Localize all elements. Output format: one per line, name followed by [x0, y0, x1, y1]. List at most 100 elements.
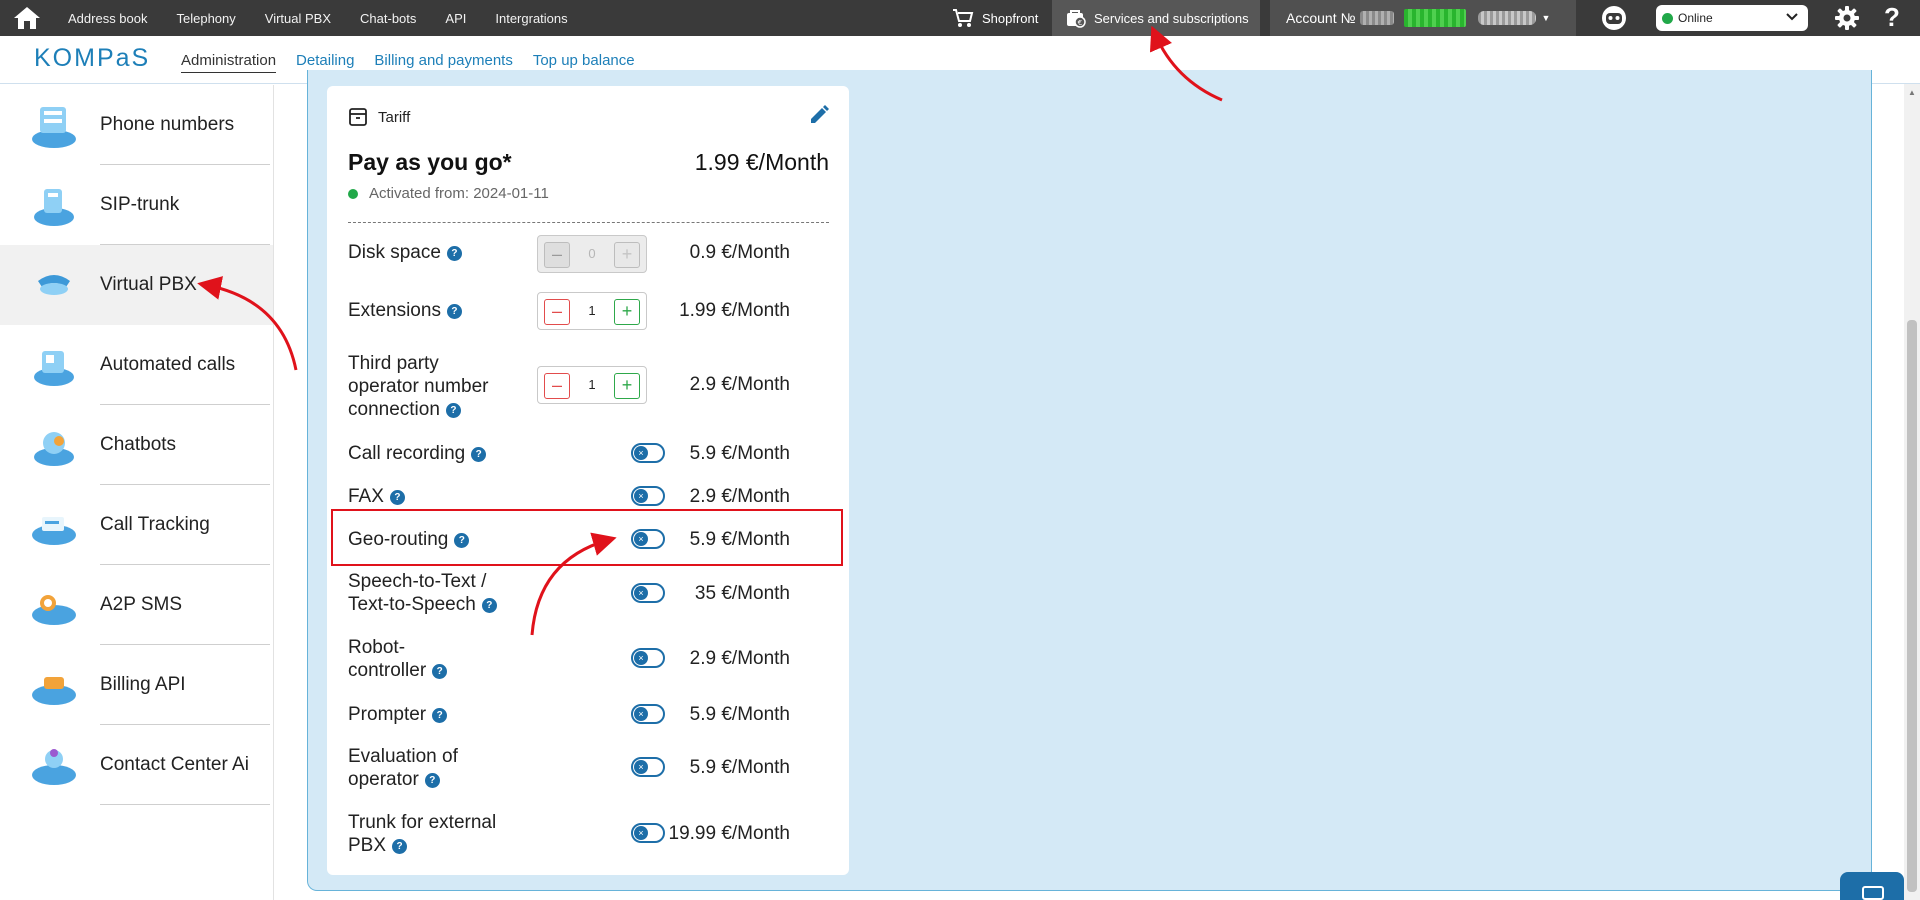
- call-recording-toggle[interactable]: ×: [631, 443, 665, 463]
- close-icon: ×: [634, 651, 648, 665]
- top-nav-virtual-pbx[interactable]: Virtual PBX: [265, 11, 331, 26]
- tariff-card: Tariff Pay as you go* 1.99 €/Month Activ…: [327, 86, 849, 875]
- robot-controller-toggle[interactable]: ×: [631, 648, 665, 668]
- plan-name: Pay as you go*: [348, 149, 512, 175]
- help-icon[interactable]: ?: [471, 447, 487, 462]
- evaluation-operator-toggle[interactable]: ×: [631, 757, 665, 777]
- chevron-down-icon: [1786, 13, 1798, 21]
- top-nav-api[interactable]: API: [445, 11, 466, 26]
- decrement-button[interactable]: –: [544, 299, 570, 325]
- archive-box-icon: [349, 108, 367, 126]
- help-icon[interactable]: ?: [1884, 2, 1900, 33]
- increment-button[interactable]: +: [614, 373, 640, 399]
- trunk-external-pbx-toggle[interactable]: ×: [631, 823, 665, 843]
- contact-center-ai-icon: [32, 749, 76, 785]
- top-nav-address-book[interactable]: Address book: [68, 11, 148, 26]
- top-nav: Address book Telephony Virtual PBX Chat-…: [68, 0, 597, 36]
- page-scrollbar[interactable]: ▲: [1904, 84, 1920, 900]
- option-row-extensions: Extensions? – 1 + 1.99 €/Month: [348, 292, 828, 332]
- tab-administration[interactable]: Administration: [181, 52, 277, 73]
- virtual-pbx-icon: [38, 275, 70, 295]
- top-nav-integrations[interactable]: Intergrations: [495, 11, 567, 26]
- option-name: Robot-controller?: [348, 636, 448, 682]
- option-row-speech-to-text: Speech-to-Text / Text-to-Speech? × 35 €/M…: [348, 570, 828, 620]
- stepper-value: 0: [588, 246, 596, 261]
- status-value: Online: [1678, 11, 1713, 25]
- sidebar-item-label: Automated calls: [100, 354, 236, 375]
- scrollbar-thumb[interactable]: [1907, 320, 1917, 892]
- top-nav-telephony[interactable]: Telephony: [177, 11, 236, 26]
- sidebar-item-sip-trunk[interactable]: SIP-trunk: [0, 165, 273, 245]
- option-name: FAX?: [348, 485, 405, 508]
- option-row-third-party-operator: Third party operator number connection? – …: [348, 352, 828, 424]
- increment-button[interactable]: +: [614, 299, 640, 325]
- option-row-disk-space: Disk space? – 0 + 0.9 €/Month: [348, 234, 828, 274]
- sidebar-item-call-tracking[interactable]: Call Tracking: [0, 485, 273, 565]
- option-price: 19.99 €/Month: [668, 823, 790, 844]
- geo-routing-highlight-box: [331, 509, 843, 566]
- option-name: Speech-to-Text / Text-to-Speech?: [348, 570, 497, 616]
- help-icon[interactable]: ?: [446, 304, 462, 319]
- speech-to-text-toggle[interactable]: ×: [631, 583, 665, 603]
- close-icon: ×: [634, 707, 648, 721]
- help-icon[interactable]: ?: [445, 403, 461, 418]
- prompter-toggle[interactable]: ×: [631, 704, 665, 724]
- scroll-up-icon[interactable]: ▲: [1908, 88, 1916, 97]
- account-number-redacted: [1359, 11, 1394, 25]
- help-icon[interactable]: ?: [424, 773, 440, 788]
- option-row-evaluation-operator: Evaluation of operator? × 5.9 €/Month: [348, 745, 828, 795]
- help-icon[interactable]: ?: [481, 598, 497, 613]
- dashed-divider: [348, 222, 829, 223]
- online-dot: [1662, 12, 1673, 24]
- decrement-button[interactable]: –: [544, 373, 570, 399]
- chat-widget-button[interactable]: [1840, 872, 1904, 900]
- sidebar-item-virtual-pbx[interactable]: Virtual PBX: [0, 245, 273, 325]
- sidebar-item-a2p-sms[interactable]: A2P SMS: [0, 565, 273, 645]
- account-balance-redacted: [1403, 9, 1466, 27]
- pencil-icon[interactable]: [808, 104, 830, 126]
- fax-toggle[interactable]: ×: [631, 486, 665, 506]
- plan-price: 1.99 €/Month: [694, 149, 829, 175]
- help-icon[interactable]: ?: [392, 839, 408, 854]
- third-party-stepper: – 1 +: [537, 366, 647, 404]
- kompas-logo[interactable]: KOMPaS: [34, 44, 150, 73]
- option-row-prompter: Prompter? × 5.9 €/Month: [348, 701, 828, 731]
- option-price: 2.9 €/Month: [689, 486, 790, 507]
- status-select[interactable]: Online: [1656, 5, 1808, 31]
- services-subscriptions-link[interactable]: € Services and subscriptions: [1052, 0, 1260, 36]
- option-price: 5.9 €/Month: [689, 757, 790, 778]
- help-icon[interactable]: ?: [432, 664, 448, 679]
- option-price: 5.9 €/Month: [689, 443, 790, 464]
- shopfront-link[interactable]: Shopfront: [952, 0, 1038, 36]
- increment-button: +: [614, 242, 640, 268]
- close-icon: ×: [634, 446, 648, 460]
- stepper-value[interactable]: 1: [576, 377, 608, 392]
- chat-icon: [1862, 886, 1884, 900]
- sidebar-item-label: Virtual PBX: [100, 274, 197, 295]
- robot-icon[interactable]: [1601, 5, 1627, 31]
- option-name: Extensions?: [348, 299, 462, 322]
- option-name: Trunk for external PBX?: [348, 812, 497, 856]
- top-nav-chat-bots[interactable]: Chat-bots: [360, 11, 416, 26]
- sidebar: Phone numbers SIP-trunk Virtual PBX Auto…: [0, 85, 274, 900]
- option-name: Prompter?: [348, 703, 448, 726]
- home-icon[interactable]: [12, 5, 42, 31]
- sidebar-item-automated-calls[interactable]: Automated calls: [0, 325, 273, 405]
- tariff-section-label: Tariff: [378, 108, 411, 126]
- help-icon[interactable]: ?: [432, 708, 448, 723]
- help-icon[interactable]: ?: [389, 490, 405, 505]
- svg-text:€: €: [1078, 19, 1082, 27]
- activation-text: Activated from: 2024-01-11: [369, 185, 549, 202]
- help-icon[interactable]: ?: [446, 246, 462, 261]
- option-row-call-recording: Call recording? × 5.9 €/Month: [348, 440, 828, 470]
- gear-icon[interactable]: [1834, 5, 1860, 31]
- sidebar-item-chatbots[interactable]: Chatbots: [0, 405, 273, 485]
- stepper-value[interactable]: 1: [576, 303, 608, 318]
- sidebar-item-phone-numbers[interactable]: Phone numbers: [0, 85, 273, 165]
- decrement-button: –: [544, 242, 570, 268]
- sidebar-item-contact-center-ai[interactable]: Contact Center Ai: [0, 725, 273, 805]
- sidebar-item-billing-api[interactable]: Billing API: [0, 645, 273, 725]
- services-box-icon: €: [1067, 10, 1086, 28]
- account-selector[interactable]: Account № ▼: [1270, 0, 1576, 36]
- caret-down-icon: ▼: [1541, 13, 1551, 23]
